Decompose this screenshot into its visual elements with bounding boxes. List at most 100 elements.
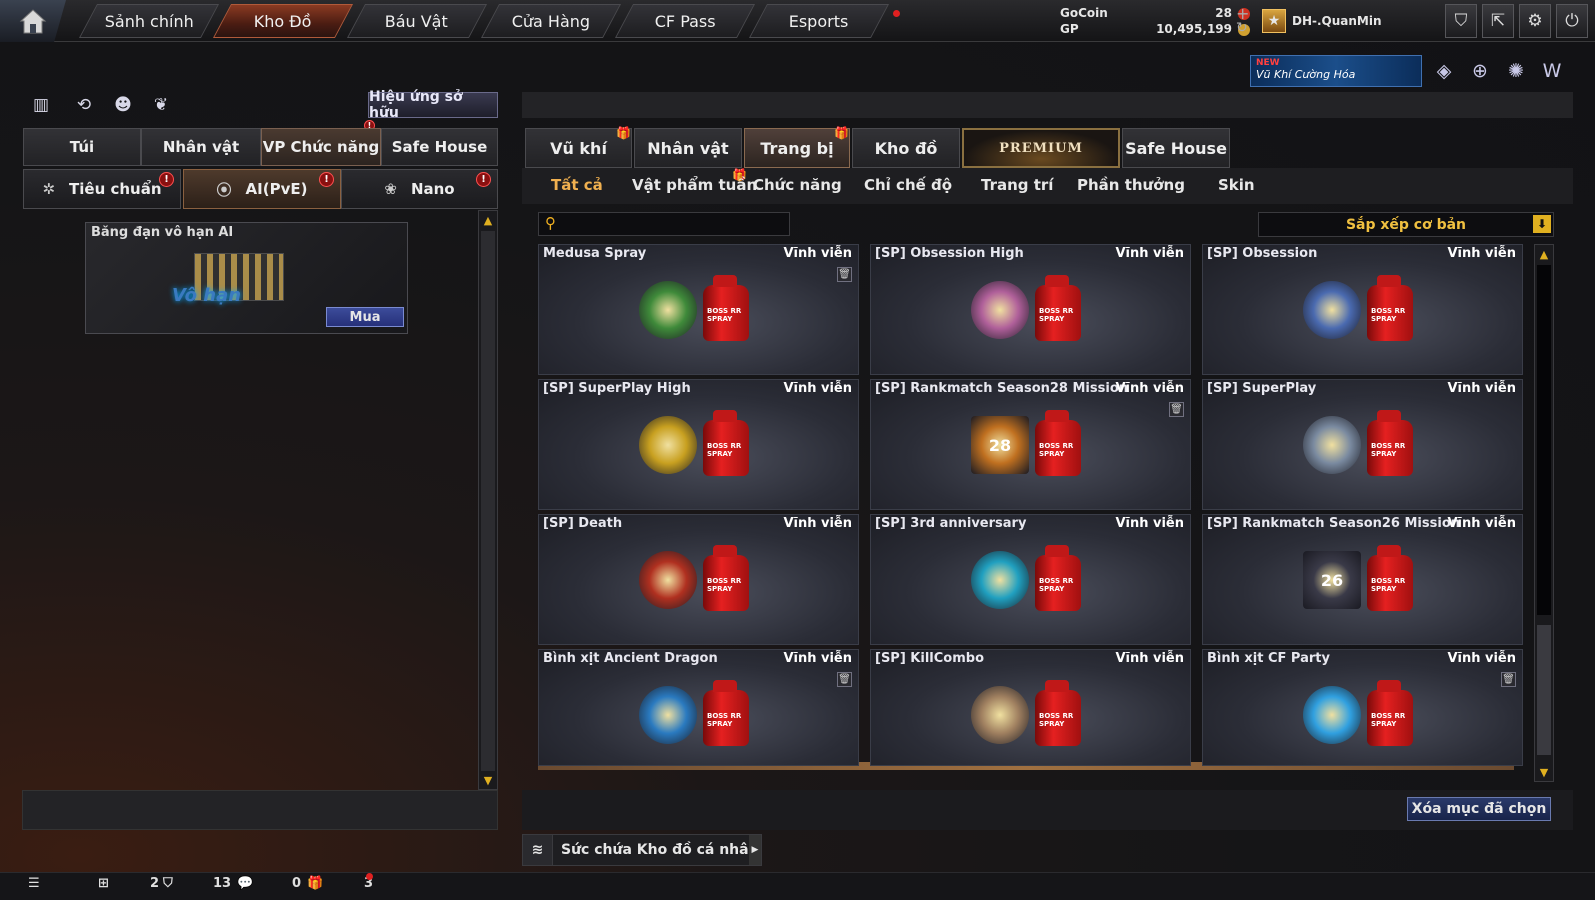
item-card[interactable]: [SP] KillCombo Vĩnh viễn BOSS RR SPRAY [870, 649, 1191, 766]
item-card[interactable]: Bình xịt Ancient Dragon Vĩnh viễn 🗑 BOSS RR… [538, 649, 859, 766]
promo-banner[interactable]: NEW Vũ Khí Cường Hóa [1250, 55, 1422, 87]
nav-tab-esports[interactable]: Esports [748, 4, 890, 38]
left-tab-safe-house[interactable]: Safe House [381, 128, 498, 166]
globe-icon[interactable]: ⊕ [1465, 56, 1495, 86]
owned-effects-button[interactable]: Hiệu ứng sở hữu [368, 89, 498, 121]
left-subtab-ai-pve[interactable]: ⦿ AI(PvE)! [183, 169, 341, 209]
spray-can-icon: BOSS RR SPRAY [1035, 680, 1081, 746]
item-card[interactable]: [SP] SuperPlay High Vĩnh viễn BOSS RR SPRA… [538, 379, 859, 510]
nav-tab-cua-hang[interactable]: Cửa Hàng [480, 4, 622, 38]
grid-scroll-track[interactable] [1537, 265, 1551, 615]
item-period: Vĩnh viễn [1447, 651, 1516, 666]
spray-can-icon: BOSS RR SPRAY [1035, 545, 1081, 611]
stats-icon[interactable]: ▥ [28, 92, 54, 118]
chevron-down-icon: ⬇ [1533, 215, 1551, 233]
left-tab-vp-chuc-nang[interactable]: VP Chức năng [261, 128, 381, 166]
history-icon[interactable]: ⟲ [71, 92, 97, 118]
right-tab-safe-house[interactable]: Safe House [1122, 128, 1230, 168]
menu-icon[interactable]: ☰ [28, 876, 40, 891]
item-card[interactable]: [SP] SuperPlay Vĩnh viễn BOSS RR SPRAY [1202, 379, 1523, 510]
gear-icon[interactable]: ⚙ [1519, 4, 1551, 38]
trash-icon[interactable]: 🗑 [837, 267, 852, 282]
left-subtab-nano[interactable]: ❀ Nano! [341, 169, 498, 209]
sort-dropdown[interactable]: Sắp xếp cơ bản ⬇ [1258, 212, 1554, 237]
chevron-right-icon[interactable]: ▶ [749, 835, 761, 865]
v-emblem-icon[interactable]: ◈ [1429, 56, 1459, 86]
alert-icon: ! [476, 172, 491, 187]
trash-icon[interactable]: 🗑 [837, 672, 852, 687]
item-card[interactable]: [SP] Death Vĩnh viễn BOSS RR SPRAY [538, 514, 859, 645]
emblem-icon: 26 [1303, 551, 1361, 609]
spray-can-icon: BOSS RR SPRAY [703, 680, 749, 746]
left-scrollbar[interactable]: ▲ ▼ [478, 210, 498, 790]
capacity-bar[interactable]: ≋ Sức chứa Kho đồ cá nhân ▶ [522, 834, 762, 866]
right-subtab-trang-tri[interactable]: Trang trí [981, 176, 1053, 194]
item-card[interactable]: [SP] Obsession Vĩnh viễn BOSS RR SPRAY [1202, 244, 1523, 375]
nav-tab-label: Esports [789, 11, 849, 31]
w-logo-icon[interactable]: W [1537, 56, 1567, 86]
right-subtab-chi-che-do[interactable]: Chỉ chế độ [864, 176, 952, 194]
search-input[interactable]: ⚲ [538, 212, 790, 236]
right-tab-kho-do[interactable]: Kho đồ [852, 128, 960, 168]
left-subtab-tieu-chuan[interactable]: ✲ Tiêu chuẩn! [23, 169, 181, 209]
left-item-card[interactable]: Băng đạn vô hạn AI Vô hạn Mua [85, 222, 408, 334]
nav-tab-sanh-chinh[interactable]: Sảnh chính [78, 4, 220, 38]
item-card[interactable]: [SP] Rankmatch Season28 Mission Vĩnh viễn… [870, 379, 1191, 510]
left-tab-tui[interactable]: Túi [23, 128, 141, 166]
item-card[interactable]: [SP] Obsession High Vĩnh viễn BOSS RR SPRA… [870, 244, 1191, 375]
shield-icon[interactable]: ⛉ [1445, 4, 1477, 38]
item-card[interactable]: [SP] Rankmatch Season26 Mission Vĩnh viễn… [1202, 514, 1523, 645]
left-tab-nhan-vat[interactable]: Nhân vật [141, 128, 261, 166]
binoculars-icon[interactable]: ⊞ [98, 876, 109, 891]
grid-scroll-thumb[interactable] [1537, 625, 1551, 755]
left-scroll-track[interactable] [481, 231, 495, 771]
item-card[interactable]: Bình xịt CF Party Vĩnh viễn 🗑 BOSS RR SPRAY [1202, 649, 1523, 766]
right-subtab-vat-pham-tuan[interactable]: Vật phẩm tuần [632, 176, 757, 194]
right-tab-premium[interactable]: PREMIUM [962, 128, 1120, 168]
trash-icon[interactable]: 🗑 [1169, 402, 1184, 417]
scroll-up-icon[interactable]: ▲ [1536, 247, 1552, 261]
nav-tab-label: Sảnh chính [104, 11, 194, 31]
spray-can-label: BOSS RR SPRAY [707, 712, 742, 728]
refresh-icon[interactable]: ↻ [1236, 20, 1248, 36]
nav-tab-label: Cửa Hàng [511, 11, 591, 31]
character-icon[interactable]: ☻ [110, 92, 136, 118]
left-subtab-label: AI(PvE) [245, 180, 308, 198]
nav-tab-label: Kho Đồ [254, 11, 312, 31]
delete-selected-button[interactable]: Xóa mục đã chọn [1407, 797, 1551, 821]
badge-icon[interactable]: ✺ [1501, 56, 1531, 86]
item-name: [SP] Obsession High [875, 246, 1024, 261]
nav-tab-cf-pass[interactable]: CF Pass [614, 4, 756, 38]
buy-button[interactable]: Mua [326, 307, 404, 327]
user-profile[interactable]: ★ DH-.QuanMin [1262, 8, 1382, 34]
grid-scrollbar[interactable]: ▲ ▼ [1534, 244, 1554, 782]
item-name: Bình xịt Ancient Dragon [543, 651, 718, 666]
chat-count[interactable]: 0 🎁 [292, 876, 323, 891]
exit-lobby-icon[interactable]: ⇱ [1482, 4, 1514, 38]
power-icon[interactable]: ⏻ [1556, 4, 1588, 38]
right-subtab-phan-thuong[interactable]: Phần thưởng [1077, 176, 1185, 194]
search-icon: ⚲ [545, 214, 556, 232]
trash-icon[interactable]: 🗑 [1501, 672, 1516, 687]
nav-tab-kho-do[interactable]: Kho Đồ [212, 4, 354, 38]
spray-can-label: BOSS RR SPRAY [1039, 307, 1074, 323]
right-subtab-chuc-nang[interactable]: Chức năng [753, 176, 842, 194]
emblem-icon [639, 551, 697, 609]
right-tab-nhan-vat[interactable]: Nhân vật [634, 128, 742, 168]
item-card[interactable]: [SP] 3rd anniversary Vĩnh viễn BOSS RR SPR… [870, 514, 1191, 645]
pet-icon[interactable]: ❦ [148, 92, 174, 118]
scroll-down-icon[interactable]: ▼ [480, 773, 496, 787]
item-card[interactable]: Medusa Spray Vĩnh viễn 🗑 BOSS RR SPRAY [538, 244, 859, 375]
gocoin-label: GoCoin [1060, 6, 1108, 20]
scroll-up-icon[interactable]: ▲ [480, 213, 496, 227]
gp-label: GP [1060, 22, 1079, 36]
friends-count[interactable]: 2 ⛉ [150, 876, 173, 891]
nav-tab-bau-vat[interactable]: Báu Vật [346, 4, 488, 38]
clan-count[interactable]: 13 💬 [213, 876, 253, 891]
scroll-down-icon[interactable]: ▼ [1536, 765, 1552, 779]
emblem-icon [971, 281, 1029, 339]
right-subtab-tat-ca[interactable]: Tất cả [551, 176, 603, 194]
item-period: Vĩnh viễn [1115, 381, 1184, 396]
right-subtab-skin[interactable]: Skin [1218, 176, 1255, 194]
spray-can-label: BOSS RR SPRAY [1371, 577, 1406, 593]
